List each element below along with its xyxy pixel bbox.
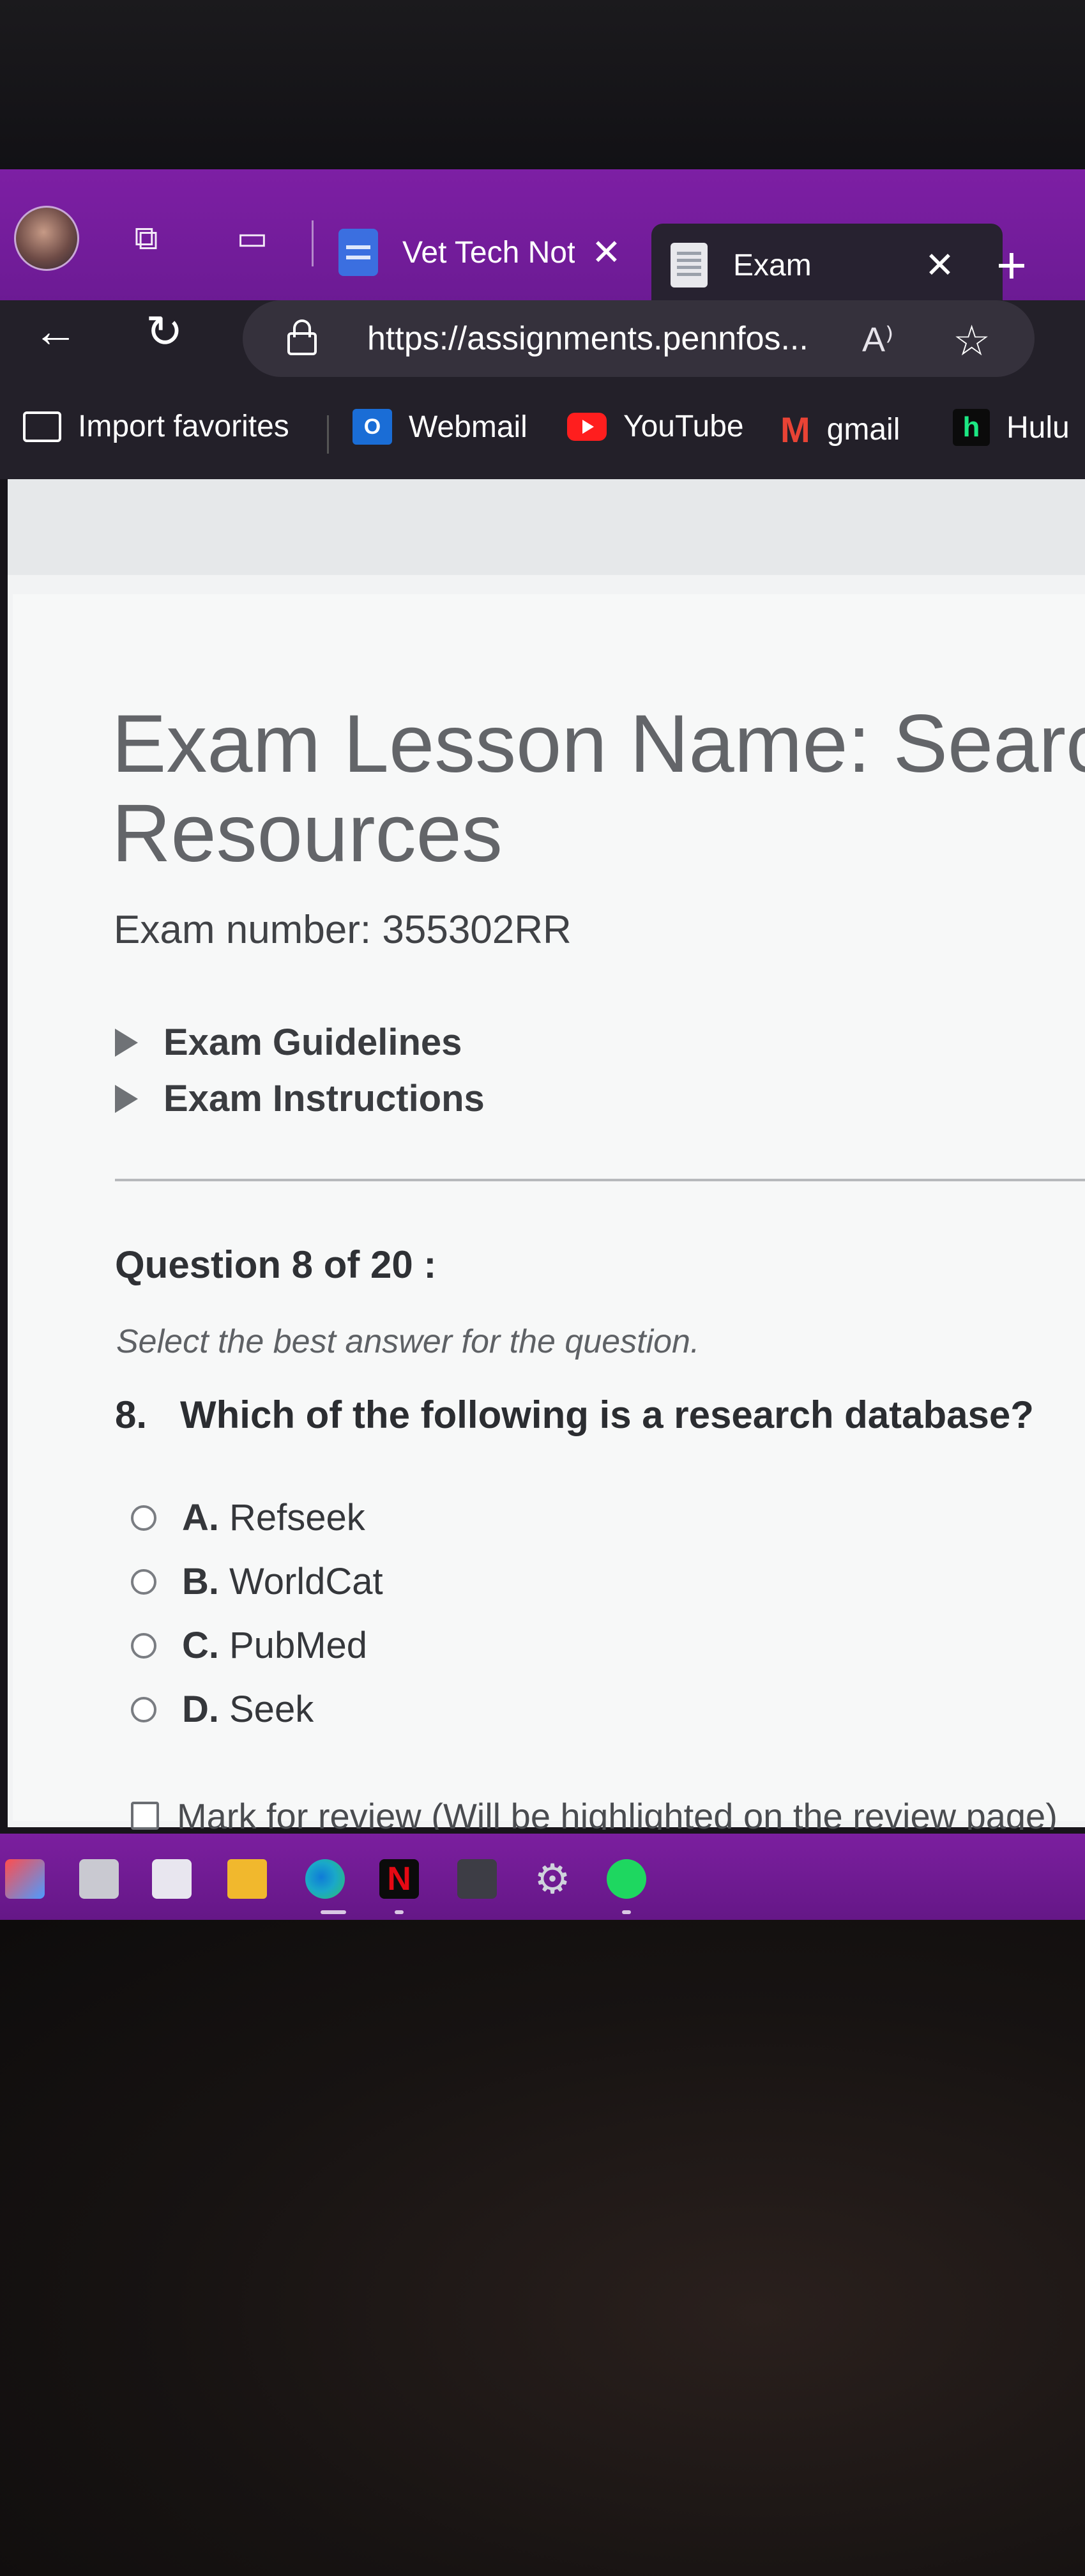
favorite-label: Webmail [409, 410, 527, 444]
radio-button[interactable] [131, 1568, 156, 1595]
url-text[interactable]: https://assignments.pennfos... [367, 319, 808, 358]
page-header-band [8, 479, 1085, 575]
close-tab-icon[interactable]: ✕ [925, 244, 955, 286]
favorite-star-icon[interactable]: ☆ [953, 316, 990, 365]
tab-exam[interactable]: Exam ✕ [651, 224, 1003, 307]
hulu-icon: h [953, 409, 990, 446]
radio-button[interactable] [131, 1696, 156, 1722]
exam-title: Exam Lesson Name: Searchin Resources [112, 700, 1085, 878]
lock-icon[interactable] [287, 319, 317, 355]
expander-label: Exam Guidelines [163, 1022, 462, 1063]
weather-icon[interactable] [5, 1859, 45, 1899]
store-icon[interactable] [152, 1859, 192, 1899]
file-explorer-icon[interactable] [227, 1859, 267, 1899]
answer-option-a[interactable]: A. Refseek [131, 1496, 365, 1539]
option-letter: C. [182, 1625, 219, 1666]
radio-button[interactable] [131, 1632, 156, 1659]
option-text: Seek [229, 1689, 314, 1730]
radio-button[interactable] [131, 1505, 156, 1531]
netflix-icon[interactable]: N [379, 1859, 419, 1899]
docs-icon [338, 229, 378, 276]
active-app-indicator [321, 1910, 346, 1914]
exam-guidelines-toggle[interactable]: Exam Guidelines [115, 1021, 462, 1064]
tab-separator [312, 220, 314, 266]
option-letter: A. [182, 1497, 219, 1538]
favorite-hulu[interactable]: h Hulu [953, 409, 1070, 446]
favorite-label: YouTube [623, 410, 744, 443]
review-checkbox[interactable] [131, 1802, 159, 1830]
exam-number: Exam number: 355302RR [114, 908, 572, 952]
tab-title: Exam [733, 248, 812, 282]
task-view-icon[interactable] [79, 1859, 119, 1899]
section-divider [115, 1179, 1085, 1181]
answer-option-c[interactable]: C. PubMed [131, 1624, 367, 1667]
settings-gear-icon[interactable]: ⚙ [533, 1859, 572, 1899]
running-app-indicator [622, 1910, 631, 1914]
gmail-icon: M [780, 410, 810, 450]
favorite-label: gmail [826, 413, 900, 447]
expander-label: Exam Instructions [163, 1078, 485, 1119]
photos-icon[interactable] [457, 1859, 497, 1899]
favorite-import[interactable]: Import favorites [23, 409, 289, 444]
edge-browser-icon[interactable] [305, 1859, 345, 1899]
option-letter: D. [182, 1689, 219, 1730]
tab-title: Vet Tech Not [402, 235, 575, 270]
review-label: Mark for review (Will be highlighted on … [177, 1802, 1058, 1830]
tab-actions-icon[interactable]: ▭ [231, 217, 273, 259]
profile-avatar[interactable] [14, 206, 79, 271]
option-text: PubMed [229, 1625, 368, 1666]
exam-instructions-toggle[interactable]: Exam Instructions [115, 1077, 485, 1120]
outlook-icon: O [353, 409, 392, 445]
favorite-webmail[interactable]: O Webmail [353, 409, 527, 445]
question-instruction: Select the best answer for the question. [116, 1323, 700, 1360]
close-tab-icon[interactable]: ✕ [591, 231, 621, 273]
option-text: WorldCat [229, 1561, 383, 1602]
import-icon [23, 411, 61, 442]
exam-title-line-2: Resources [112, 788, 503, 878]
option-text: Refseek [229, 1497, 365, 1538]
back-icon[interactable]: ← [33, 305, 78, 356]
new-tab-button[interactable]: + [996, 240, 1027, 292]
spotify-icon[interactable] [607, 1859, 646, 1899]
answer-option-d[interactable]: D. Seek [131, 1688, 314, 1731]
page-icon [671, 243, 708, 288]
favorite-youtube[interactable]: YouTube [567, 409, 744, 444]
favorite-gmail[interactable]: M gmail [780, 409, 900, 450]
exam-title-line-1: Exam Lesson Name: Searchin [112, 700, 1085, 790]
photo-bezel-top [0, 0, 1085, 169]
youtube-icon [567, 412, 607, 441]
tab-vet-tech-notes[interactable]: Vet Tech Not ✕ [338, 214, 645, 291]
question-number: 8. [115, 1393, 148, 1436]
question-header: Question 8 of 20 : [115, 1243, 437, 1286]
favorites-separator [327, 415, 329, 454]
workspaces-icon[interactable]: ⧉ [125, 217, 167, 259]
expand-triangle-icon [115, 1084, 138, 1113]
question-text: Which of the following is a research dat… [180, 1393, 1034, 1436]
read-aloud-icon[interactable]: A⁾ [862, 319, 893, 360]
favorite-label: Hulu [1006, 410, 1070, 445]
running-app-indicator [395, 1910, 404, 1914]
answer-option-b[interactable]: B. WorldCat [131, 1560, 383, 1603]
photo-background-lower [0, 1920, 1085, 2576]
favorite-label: Import favorites [78, 410, 289, 443]
expand-triangle-icon [115, 1028, 138, 1057]
option-letter: B. [182, 1561, 219, 1602]
refresh-icon[interactable]: ↻ [146, 305, 183, 358]
mark-for-review[interactable]: Mark for review (Will be highlighted on … [131, 1802, 1058, 1830]
